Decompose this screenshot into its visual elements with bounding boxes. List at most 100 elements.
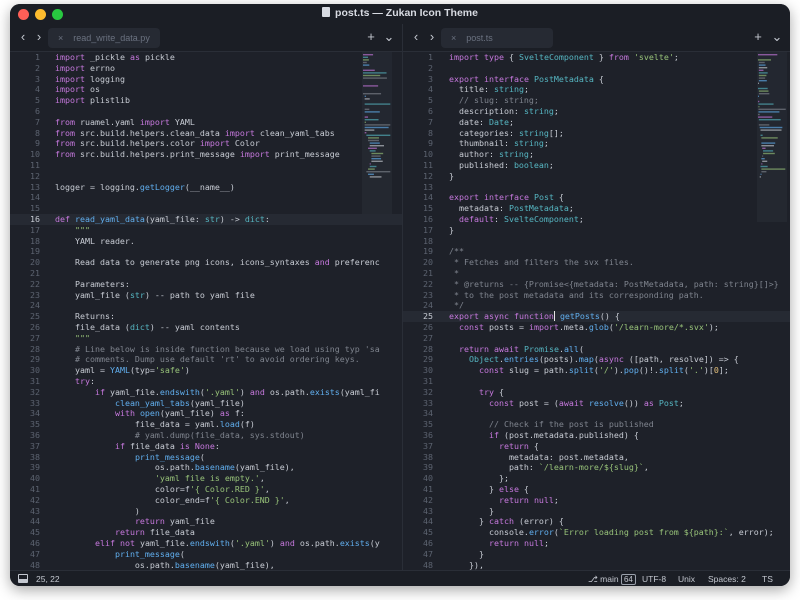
code-line[interactable]: 43 ) xyxy=(10,506,402,517)
code-line[interactable]: 31 xyxy=(403,376,790,387)
code-line[interactable]: 5 import plistlib xyxy=(10,95,402,106)
code-line[interactable]: 20 * Fetches and filters the svx files. xyxy=(403,257,790,268)
code-line[interactable]: 44 } catch (error) { xyxy=(403,516,790,527)
code-line[interactable]: 47 } xyxy=(403,549,790,560)
code-line[interactable]: 41 } else { xyxy=(403,484,790,495)
code-line[interactable]: 23 * to the post metadata and its corres… xyxy=(403,290,790,301)
code-line[interactable]: 14 export interface Post { xyxy=(403,192,790,203)
code-line[interactable]: 16 default: SvelteComponent; xyxy=(403,214,790,225)
code-line[interactable]: 22 * @returns -- {Promise<{metadata: Pos… xyxy=(403,279,790,290)
code-line[interactable]: 43 } xyxy=(403,506,790,517)
code-line[interactable]: 33 clean_yaml_tabs(yaml_file) xyxy=(10,398,402,409)
code-line[interactable]: 31 try: xyxy=(10,376,402,387)
code-line[interactable]: 21 * xyxy=(403,268,790,279)
indentation[interactable]: Spaces: 2 xyxy=(708,574,746,584)
code-line[interactable]: 26 file_data (dict) -- yaml contents xyxy=(10,322,402,333)
code-line[interactable]: 32 if yaml_file.endswith('.yaml') and os… xyxy=(10,387,402,398)
code-line[interactable]: 10 author: string; xyxy=(403,149,790,160)
code-line[interactable]: 35 // Check if the post is published xyxy=(403,419,790,430)
code-line[interactable]: 15 metadata: PostMetadata; xyxy=(403,203,790,214)
code-line[interactable]: 20 Read data to generate png icons, icon… xyxy=(10,257,402,268)
code-line[interactable]: 45 return file_data xyxy=(10,527,402,538)
code-line[interactable]: 39 os.path.basename(yaml_file), xyxy=(10,462,402,473)
code-line[interactable]: 40 'yaml file is empty.', xyxy=(10,473,402,484)
code-line[interactable]: 13 xyxy=(403,182,790,193)
git-branch[interactable]: ⎇ main 64 xyxy=(588,574,636,585)
code-line[interactable]: 40 }; xyxy=(403,473,790,484)
code-line[interactable]: 39 path: `/learn-more/${slug}`, xyxy=(403,462,790,473)
code-line[interactable]: 15 xyxy=(10,203,402,214)
code-line[interactable]: 10 from src.build.helpers.print_message i… xyxy=(10,149,402,160)
code-line[interactable]: 30 const slug = path.split('/').pop()!.s… xyxy=(403,365,790,376)
code-line[interactable]: 27 """ xyxy=(10,333,402,344)
code-line[interactable]: 3 export interface PostMetadata { xyxy=(403,74,790,85)
cursor-position[interactable]: 25, 22 xyxy=(36,574,60,584)
code-line[interactable]: 29 # comments. Dump use default 'rt' to … xyxy=(10,354,402,365)
back-arrow-icon[interactable]: ‹ xyxy=(16,30,30,44)
code-line[interactable]: 13 logger = logging.getLogger(__name__) xyxy=(10,182,402,193)
code-line[interactable]: 25 Returns: xyxy=(10,311,402,322)
code-line[interactable]: 27 xyxy=(403,333,790,344)
code-line[interactable]: 16 def read_yaml_data(yaml_file: str) -> … xyxy=(10,214,402,225)
code-line[interactable]: 18 xyxy=(403,236,790,247)
code-line[interactable]: 36 # yaml.dump(file_data, sys.stdout) xyxy=(10,430,402,441)
new-tab-plus-icon[interactable]: + xyxy=(364,30,378,44)
code-line[interactable]: 46 elif not yaml_file.endswith('.yaml') … xyxy=(10,538,402,549)
code-line[interactable]: 12 xyxy=(10,171,402,182)
code-line[interactable]: 35 file_data = yaml.load(f) xyxy=(10,419,402,430)
code-line[interactable]: 34 with open(yaml_file) as f: xyxy=(10,408,402,419)
code-line[interactable]: 1 import type { SvelteComponent } from 's… xyxy=(403,52,790,63)
encoding[interactable]: UTF-8 xyxy=(642,574,666,584)
code-line[interactable]: 28 return await Promise.all( xyxy=(403,344,790,355)
tab-post-ts[interactable]: × post.ts xyxy=(441,28,553,48)
code-line[interactable]: 48 }), xyxy=(403,560,790,570)
code-line[interactable]: 2 xyxy=(403,63,790,74)
code-line[interactable]: 14 xyxy=(10,192,402,203)
tab-close-icon[interactable]: × xyxy=(451,33,456,43)
code-line[interactable]: 19 /** xyxy=(403,246,790,257)
code-line[interactable]: 38 metadata: post.metadata, xyxy=(403,452,790,463)
code-line[interactable]: 46 return null; xyxy=(403,538,790,549)
code-line[interactable]: 32 try { xyxy=(403,387,790,398)
code-line[interactable]: 23 yaml_file (str) -- path to yaml file xyxy=(10,290,402,301)
code-line[interactable]: 6 description: string; xyxy=(403,106,790,117)
code-line[interactable]: 11 xyxy=(10,160,402,171)
code-line[interactable]: 7 from ruamel.yaml import YAML xyxy=(10,117,402,128)
code-line[interactable]: 12} xyxy=(403,171,790,182)
left-editor-pane[interactable]: 1 import _pickle as pickle 2 import errno 3 i… xyxy=(10,52,402,570)
panel-toggle-icon[interactable] xyxy=(18,574,28,583)
code-line[interactable]: 3 import logging xyxy=(10,74,402,85)
code-line[interactable]: 17} xyxy=(403,225,790,236)
code-line[interactable]: 25 export async function getPosts() { xyxy=(403,311,790,322)
code-line[interactable]: 33 const post = (await resolve()) as Pos… xyxy=(403,398,790,409)
code-line[interactable]: 30 yaml = YAML(typ='safe') xyxy=(10,365,402,376)
code-line[interactable]: 22 Parameters: xyxy=(10,279,402,290)
code-line[interactable]: 6 xyxy=(10,106,402,117)
code-line[interactable]: 24 */ xyxy=(403,300,790,311)
code-line[interactable]: 11 published: boolean; xyxy=(403,160,790,171)
code-line[interactable]: 26 const posts = import.meta.glob('/lear… xyxy=(403,322,790,333)
new-tab-plus-icon[interactable]: + xyxy=(751,30,765,44)
code-line[interactable]: 4 import os xyxy=(10,84,402,95)
code-line[interactable]: 2 import errno xyxy=(10,63,402,74)
code-line[interactable]: 9 thumbnail: string; xyxy=(403,138,790,149)
code-line[interactable]: 8 from src.build.helpers.clean_data impor… xyxy=(10,128,402,139)
tab-menu-chevron-icon[interactable]: ⌄ xyxy=(382,30,396,44)
tab-menu-chevron-icon[interactable]: ⌄ xyxy=(770,30,784,44)
code-line[interactable]: 8 categories: string[]; xyxy=(403,128,790,139)
code-line[interactable]: 37 return { xyxy=(403,441,790,452)
code-line[interactable]: 36 if (post.metadata.published) { xyxy=(403,430,790,441)
code-line[interactable]: 38 print_message( xyxy=(10,452,402,463)
tab-read-write-data[interactable]: × read_write_data.py xyxy=(48,28,160,48)
code-line[interactable]: 37 if file_data is None: xyxy=(10,441,402,452)
code-line[interactable]: 29 Object.entries(posts).map(async ([pat… xyxy=(403,354,790,365)
code-line[interactable]: 7 date: Date; xyxy=(403,117,790,128)
code-line[interactable]: 34 xyxy=(403,408,790,419)
code-line[interactable]: 42 color_end=f'{ Color.END }', xyxy=(10,495,402,506)
code-line[interactable]: 17 """ xyxy=(10,225,402,236)
code-line[interactable]: 24 xyxy=(10,300,402,311)
code-line[interactable]: 47 print_message( xyxy=(10,549,402,560)
code-line[interactable]: 1 import _pickle as pickle xyxy=(10,52,402,63)
code-line[interactable]: 45 console.error(`Error loading post fro… xyxy=(403,527,790,538)
code-line[interactable]: 28 # Line below is inside function becau… xyxy=(10,344,402,355)
